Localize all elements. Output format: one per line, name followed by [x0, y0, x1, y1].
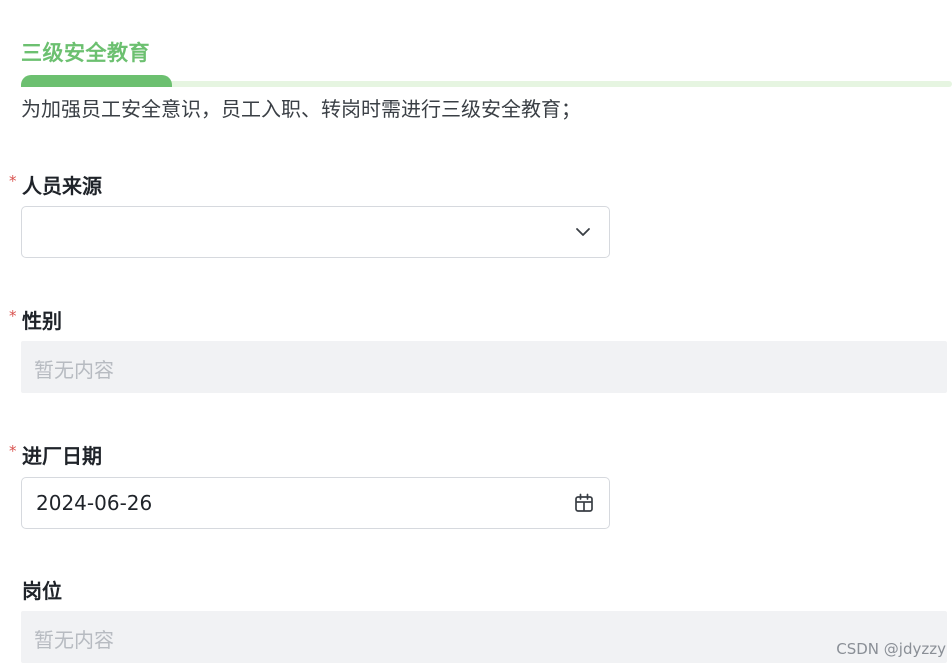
- entry-date-picker[interactable]: 2024-06-26: [21, 477, 610, 529]
- gender-label-row: * 性别: [0, 305, 300, 335]
- calendar-icon[interactable]: [573, 492, 595, 514]
- entry-date-label: 进厂日期: [22, 444, 102, 468]
- position-label: 岗位: [22, 579, 62, 603]
- source-label-row: * 人员来源: [0, 170, 300, 200]
- position-field: 暂无内容: [21, 611, 947, 663]
- gender-value: 暂无内容: [34, 358, 114, 382]
- required-mark: *: [9, 442, 17, 460]
- section-title: 三级安全教育: [21, 41, 150, 65]
- gender-label: 性别: [22, 309, 62, 333]
- entry-date-value: 2024-06-26: [36, 491, 153, 515]
- position-label-row: 岗位: [0, 575, 300, 605]
- watermark: CSDN @jdyzzy: [836, 640, 946, 658]
- section-description: 为加强员工安全意识，员工入职、转岗时需进行三级安全教育；: [21, 97, 581, 121]
- source-select[interactable]: [21, 206, 610, 258]
- position-value: 暂无内容: [34, 628, 114, 652]
- entry-date-label-row: * 进厂日期: [0, 440, 300, 470]
- title-underline-accent: [21, 75, 172, 87]
- chevron-down-icon[interactable]: [575, 224, 591, 240]
- required-mark: *: [9, 172, 17, 190]
- gender-field: 暂无内容: [21, 341, 947, 393]
- source-label: 人员来源: [22, 174, 102, 198]
- required-mark: *: [9, 307, 17, 325]
